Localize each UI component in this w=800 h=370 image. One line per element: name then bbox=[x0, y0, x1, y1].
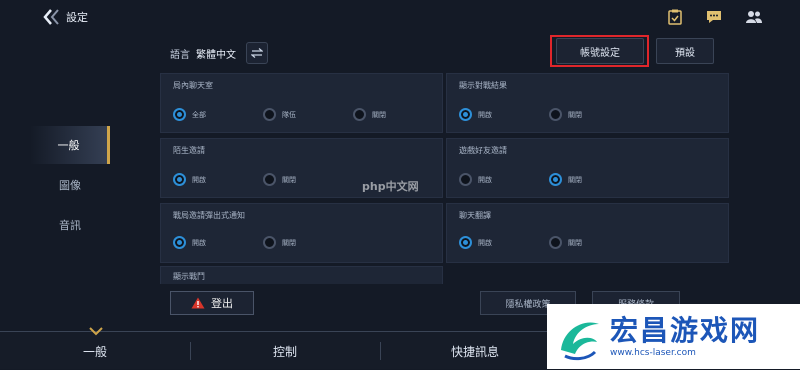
panel-title: 戰局邀請彈出式通知 bbox=[173, 211, 245, 220]
radio-selected-icon bbox=[173, 173, 186, 186]
privacy-policy-label: 隱私權政策 bbox=[505, 299, 551, 310]
mission-icon[interactable] bbox=[666, 9, 684, 25]
panel-title: 陌生邀請 bbox=[173, 146, 205, 155]
default-label: 預設 bbox=[675, 47, 695, 59]
tab-label: 快捷訊息 bbox=[450, 344, 499, 359]
tab-controls[interactable]: 控制 bbox=[190, 332, 380, 370]
radio-label: 關閉 bbox=[372, 110, 386, 119]
panel-title: 顯示戰鬥 bbox=[173, 272, 205, 281]
sidebar-item-label: 一般 bbox=[57, 139, 80, 152]
radio-label: 開啟 bbox=[192, 238, 206, 247]
panel-title: 顯示對戰結果 bbox=[459, 81, 507, 90]
tab-general[interactable]: 一般 bbox=[0, 332, 190, 370]
sidebar-item-audio[interactable]: 音訊 bbox=[30, 206, 110, 244]
radio-unselected-icon bbox=[549, 236, 562, 249]
sidebar-item-label: 圖像 bbox=[59, 179, 81, 192]
radio-selected-icon bbox=[549, 173, 562, 186]
radio-unselected-icon bbox=[459, 173, 472, 186]
radio-label: 全部 bbox=[192, 110, 206, 119]
radio-option[interactable]: 隊伍 bbox=[263, 108, 296, 121]
radio-unselected-icon bbox=[263, 173, 276, 186]
radio-option[interactable]: 開啟 bbox=[173, 236, 206, 249]
sidebar-item-label: 音訊 bbox=[59, 219, 81, 232]
radio-option[interactable]: 關閉 bbox=[263, 236, 296, 249]
brand-logo-icon bbox=[561, 322, 599, 361]
tab-label: 控制 bbox=[272, 344, 297, 359]
panel-title: 遊戲好友邀請 bbox=[459, 146, 507, 155]
radio-label: 關閉 bbox=[568, 175, 582, 184]
radio-label: 開啟 bbox=[478, 238, 492, 247]
radio-selected-icon bbox=[173, 108, 186, 121]
panel-show-battle: 顯示戰鬥 bbox=[160, 266, 443, 284]
panel-show-results: 顯示對戰結果 開啟 關閉 bbox=[446, 73, 729, 133]
brand-watermark-text: 宏昌游戏网 bbox=[610, 314, 761, 347]
radio-unselected-icon bbox=[263, 108, 276, 121]
tab-quick-messages[interactable]: 快捷訊息 bbox=[380, 332, 570, 370]
watermark-text: php中文网 bbox=[362, 180, 419, 193]
radio-option[interactable]: 關閉 bbox=[263, 173, 296, 186]
sidebar-item-graphics[interactable]: 圖像 bbox=[30, 166, 110, 204]
panel-popup-notify: 戰局邀請彈出式通知 開啟 關閉 bbox=[160, 203, 443, 263]
highlight-frame bbox=[550, 35, 649, 67]
brand-watermark-url: www.hcs-laser.com bbox=[610, 348, 696, 358]
radio-unselected-icon bbox=[549, 108, 562, 121]
friends-icon[interactable] bbox=[745, 9, 763, 25]
tab-label: 一般 bbox=[82, 344, 107, 359]
language-value: 繁體中文 bbox=[196, 49, 236, 61]
back-arrow-icon[interactable] bbox=[42, 8, 62, 26]
top-bar: 設定 bbox=[0, 0, 800, 34]
radio-unselected-icon bbox=[353, 108, 366, 121]
page-title: 設定 bbox=[66, 11, 88, 24]
radio-label: 隊伍 bbox=[282, 110, 296, 119]
radio-selected-icon bbox=[459, 108, 472, 121]
radio-option[interactable]: 開啟 bbox=[459, 173, 492, 186]
radio-option[interactable]: 開啟 bbox=[173, 173, 206, 186]
radio-option[interactable]: 開啟 bbox=[459, 108, 492, 121]
radio-label: 關閉 bbox=[568, 238, 582, 247]
radio-unselected-icon bbox=[263, 236, 276, 249]
language-label: 語言 bbox=[170, 49, 190, 61]
radio-selected-icon bbox=[173, 236, 186, 249]
radio-label: 開啟 bbox=[478, 175, 492, 184]
panel-title: 聊天翻譯 bbox=[459, 211, 491, 220]
sidebar-item-general[interactable]: 一般 bbox=[30, 126, 110, 164]
radio-label: 關閉 bbox=[282, 238, 296, 247]
logout-button[interactable]: 登出 bbox=[170, 291, 254, 315]
warning-icon bbox=[191, 297, 205, 309]
language-row: 語言 繁體中文 bbox=[170, 41, 268, 65]
panel-title: 局內聊天室 bbox=[173, 81, 213, 90]
radio-option[interactable]: 關閉 bbox=[353, 108, 386, 121]
radio-option[interactable]: 開啟 bbox=[459, 236, 492, 249]
swap-icon bbox=[251, 48, 263, 58]
radio-label: 開啟 bbox=[192, 175, 206, 184]
panel-in-game-chat: 局內聊天室 全部 隊伍 關閉 bbox=[160, 73, 443, 133]
panel-friend-invite: 遊戲好友邀請 開啟 關閉 bbox=[446, 138, 729, 198]
radio-selected-icon bbox=[459, 236, 472, 249]
panel-chat-translate: 聊天翻譯 開啟 關閉 bbox=[446, 203, 729, 263]
radio-option[interactable]: 關閉 bbox=[549, 108, 582, 121]
language-switch-button[interactable] bbox=[246, 42, 268, 64]
radio-option[interactable]: 全部 bbox=[173, 108, 206, 121]
radio-option[interactable]: 關閉 bbox=[549, 173, 582, 186]
default-button[interactable]: 預設 bbox=[656, 38, 714, 64]
radio-label: 關閉 bbox=[282, 175, 296, 184]
radio-option[interactable]: 關閉 bbox=[549, 236, 582, 249]
radio-label: 開啟 bbox=[478, 110, 492, 119]
chat-icon[interactable] bbox=[705, 9, 723, 25]
radio-label: 關閉 bbox=[568, 110, 582, 119]
logout-label: 登出 bbox=[211, 297, 233, 310]
